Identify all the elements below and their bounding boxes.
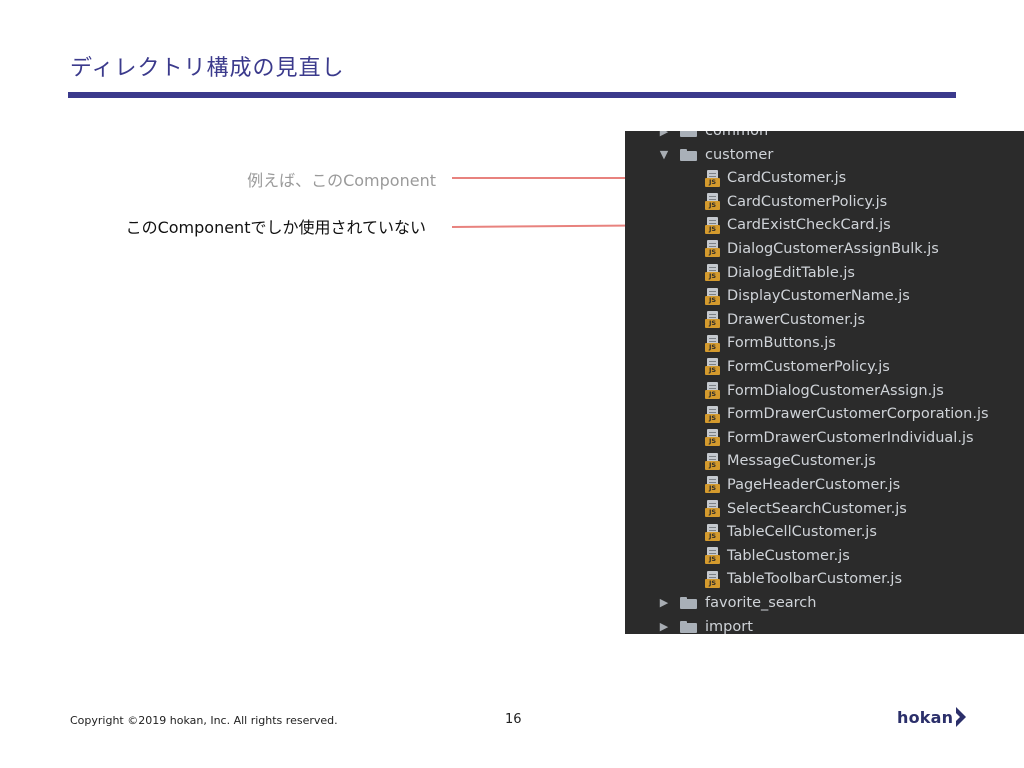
tree-file-dialog-customer-assign-bulk[interactable]: JS DialogCustomerAssignBulk.js: [705, 237, 939, 261]
tree-item-label: DialogCustomerAssignBulk.js: [727, 240, 939, 257]
js-file-icon: JS: [705, 476, 720, 494]
js-file-icon: JS: [705, 216, 720, 234]
tree-folder-customer[interactable]: ▼ customer: [658, 143, 774, 167]
js-file-icon: JS: [705, 334, 720, 352]
tree-file-form-drawer-customer-individual[interactable]: JS FormDrawerCustomerIndividual.js: [705, 426, 974, 450]
tree-file-card-customer-policy[interactable]: JS CardCustomerPolicy.js: [705, 190, 887, 214]
tree-file-card-customer[interactable]: JS CardCustomer.js: [705, 166, 846, 190]
page-number: 16: [505, 712, 522, 727]
folder-icon: [680, 596, 697, 609]
chevron-right-icon[interactable]: ▶: [658, 131, 670, 138]
tree-file-drawer-customer[interactable]: JS DrawerCustomer.js: [705, 308, 865, 332]
tree-item-label: favorite_search: [705, 594, 817, 611]
tree-item-label: MessageCustomer.js: [727, 453, 876, 470]
folder-icon: [680, 148, 697, 161]
tree-item-label: CardCustomerPolicy.js: [727, 193, 888, 210]
tree-file-card-exist-check-card[interactable]: JS CardExistCheckCard.js: [705, 214, 891, 238]
tree-item-label: TableToolbarCustomer.js: [727, 571, 903, 588]
js-file-icon: JS: [705, 240, 720, 258]
js-file-icon: JS: [705, 311, 720, 329]
js-file-icon: JS: [705, 452, 720, 470]
tree-item-label: common: [705, 131, 769, 139]
hokan-logo: hokan: [897, 706, 968, 728]
tree-file-select-search-customer[interactable]: JS SelectSearchCustomer.js: [705, 497, 907, 521]
tree-folder-favorite-search[interactable]: ▶ favorite_search: [658, 591, 817, 615]
tree-file-page-header-customer[interactable]: JS PageHeaderCustomer.js: [705, 473, 900, 497]
copyright-text: Copyright ©2019 hokan, Inc. All rights r…: [70, 714, 338, 727]
chevron-down-icon[interactable]: ▼: [658, 148, 670, 161]
tree-item-label: FormDrawerCustomerIndividual.js: [727, 429, 974, 446]
js-file-icon: JS: [705, 570, 720, 588]
js-file-icon: JS: [705, 193, 720, 211]
tree-file-form-drawer-customer-corporation[interactable]: JS FormDrawerCustomerCorporation.js: [705, 402, 989, 426]
logo-text: hokan: [897, 707, 954, 727]
folder-icon: [680, 131, 697, 137]
js-file-icon: JS: [705, 500, 720, 518]
tree-item-label: import: [705, 618, 753, 634]
tree-item-label: CardExistCheckCard.js: [727, 217, 891, 234]
tree-item-label: DisplayCustomerName.js: [727, 288, 910, 305]
tree-item-label: TableCellCustomer.js: [727, 524, 877, 541]
js-file-icon: JS: [705, 523, 720, 541]
tree-file-table-toolbar-customer[interactable]: JS TableToolbarCustomer.js: [705, 568, 902, 592]
folder-icon: [680, 620, 697, 633]
tree-item-label: SelectSearchCustomer.js: [727, 500, 907, 517]
tree-item-label: PageHeaderCustomer.js: [727, 476, 901, 493]
tree-file-form-buttons[interactable]: JS FormButtons.js: [705, 332, 836, 356]
tree-item-label: CardCustomer.js: [727, 170, 847, 187]
tree-file-table-cell-customer[interactable]: JS TableCellCustomer.js: [705, 520, 877, 544]
js-file-icon: JS: [705, 264, 720, 282]
js-file-icon: JS: [705, 358, 720, 376]
chevron-right-icon[interactable]: ▶: [658, 596, 670, 609]
tree-item-label: FormButtons.js: [727, 335, 836, 352]
tree-item-label: DialogEditTable.js: [727, 264, 855, 281]
tree-file-message-customer[interactable]: JS MessageCustomer.js: [705, 450, 876, 474]
tree-item-label: DrawerCustomer.js: [727, 311, 866, 328]
file-tree-panel: ▶ common ▼ customer JS CardCustomer.js JS CardC…: [625, 131, 1024, 634]
tree-item-label: customer: [705, 146, 774, 163]
tree-file-form-dialog-customer-assign[interactable]: JS FormDialogCustomerAssign.js: [705, 379, 944, 403]
tree-folder-import[interactable]: ▶ import: [658, 615, 753, 634]
tree-item-label: FormDialogCustomerAssign.js: [727, 382, 944, 399]
js-file-icon: JS: [705, 287, 720, 305]
tree-file-dialog-edit-table[interactable]: JS DialogEditTable.js: [705, 261, 855, 285]
tree-file-form-customer-policy[interactable]: JS FormCustomerPolicy.js: [705, 355, 890, 379]
js-file-icon: JS: [705, 169, 720, 187]
chevron-right-icon[interactable]: ▶: [658, 620, 670, 633]
logo-chevron-icon: [956, 707, 967, 727]
js-file-icon: JS: [705, 429, 720, 447]
tree-folder-common[interactable]: ▶ common: [658, 131, 768, 143]
js-file-icon: JS: [705, 382, 720, 400]
tree-file-table-customer[interactable]: JS TableCustomer.js: [705, 544, 850, 568]
js-file-icon: JS: [705, 547, 720, 565]
tree-item-label: FormCustomerPolicy.js: [727, 358, 890, 375]
tree-file-display-customer-name[interactable]: JS DisplayCustomerName.js: [705, 284, 910, 308]
tree-item-label: FormDrawerCustomerCorporation.js: [727, 406, 989, 423]
js-file-icon: JS: [705, 405, 720, 423]
tree-item-label: TableCustomer.js: [727, 547, 850, 564]
